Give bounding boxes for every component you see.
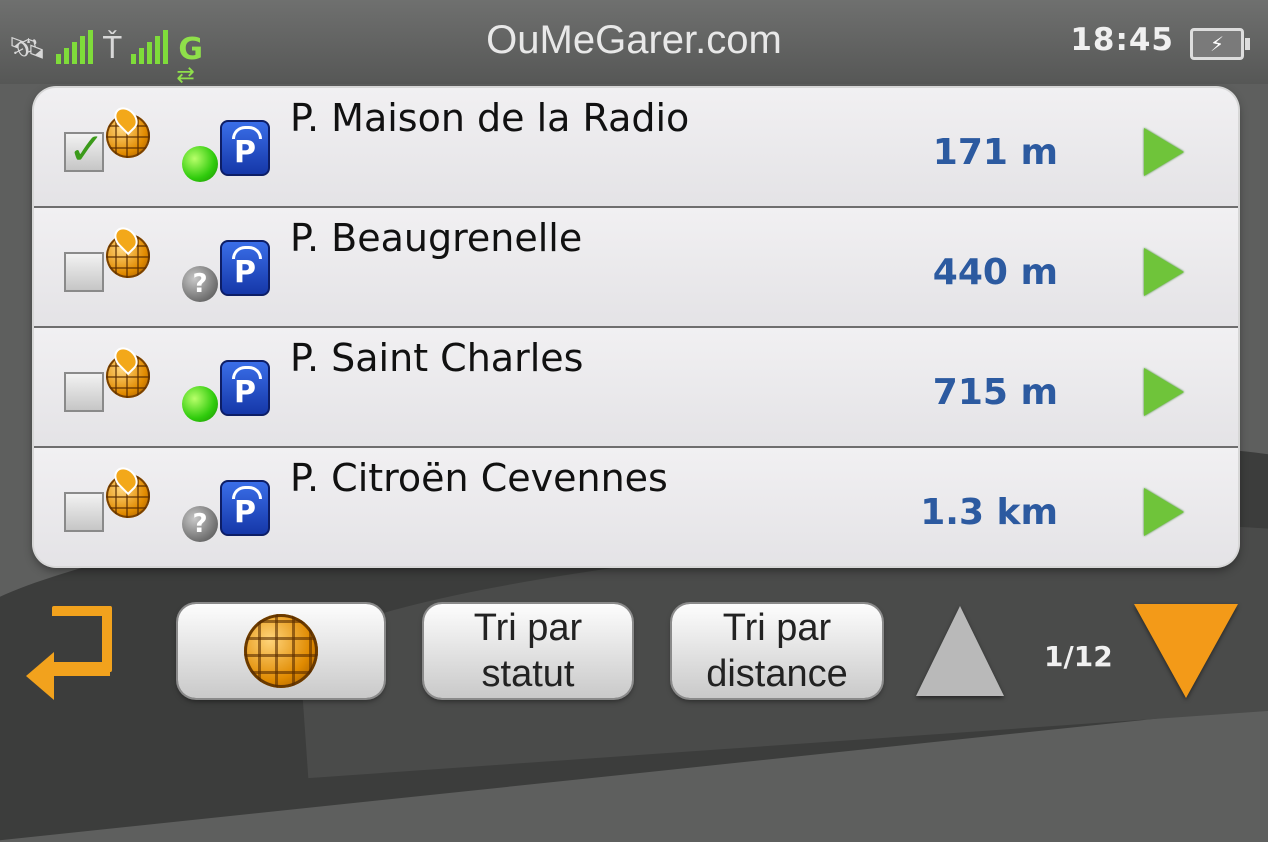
parking-icon: P [220,240,270,296]
select-checkbox[interactable] [64,124,105,175]
map-view-button[interactable] [178,604,384,698]
page-up-icon[interactable] [916,606,1004,696]
sort-status-label-line1: Tri par [473,607,583,649]
status-unknown-icon: ? [182,506,218,542]
play-arrow-icon[interactable] [1144,368,1184,416]
list-item[interactable]: P P. Maison de la Radio 171 m [34,88,1238,208]
sort-by-status-button[interactable]: Tri par statut [424,604,632,698]
clock: 18:45 [1070,22,1174,58]
play-arrow-icon[interactable] [1144,128,1184,176]
globe-map-icon [244,614,318,688]
list-item[interactable]: P ? P. Citroën Cevennes 1.3 km [34,448,1238,566]
back-button[interactable] [22,606,118,702]
list-item[interactable]: P ? P. Beaugrenelle 440 m [34,208,1238,328]
parking-name: P. Citroën Cevennes [290,456,668,500]
back-arrow-icon [26,652,54,700]
sort-status-label-line2: statut [481,653,575,695]
select-checkbox[interactable] [64,492,104,532]
sort-distance-label-line2: distance [706,653,848,695]
battery-charging-icon: ⚡ [1190,28,1250,60]
play-arrow-icon[interactable] [1144,488,1184,536]
status-unknown-icon: ? [182,266,218,302]
select-checkbox[interactable] [64,372,104,412]
list-item[interactable]: P P. Saint Charles 715 m [34,328,1238,448]
parking-distance: 715 m [932,372,1058,413]
play-arrow-icon[interactable] [1144,248,1184,296]
parking-name: P. Saint Charles [290,336,584,380]
sort-distance-label-line1: Tri par [722,607,832,649]
parking-icon: P [220,360,270,416]
page-indicator: 1/12 [1044,640,1113,673]
status-bar: 🛰︎ Ť G OuMeGarer.com 18:45 ⚡ [0,0,1268,90]
parking-icon: P [220,480,270,536]
parking-name: P. Beaugrenelle [290,216,583,260]
parking-distance: 171 m [932,132,1058,173]
parking-list: P P. Maison de la Radio 171 m P ? P. Bea… [34,88,1238,566]
back-arrow-icon [50,666,110,676]
parking-distance: 440 m [932,252,1058,293]
back-arrow-icon [52,606,112,672]
status-available-icon [182,386,218,422]
status-available-icon [182,146,218,182]
parking-icon: P [220,120,270,176]
parking-name: P. Maison de la Radio [290,96,690,140]
page-down-icon[interactable] [1134,604,1238,698]
sort-by-distance-button[interactable]: Tri par distance [672,604,882,698]
parking-distance: 1.3 km [920,492,1058,533]
select-checkbox[interactable] [64,252,104,292]
